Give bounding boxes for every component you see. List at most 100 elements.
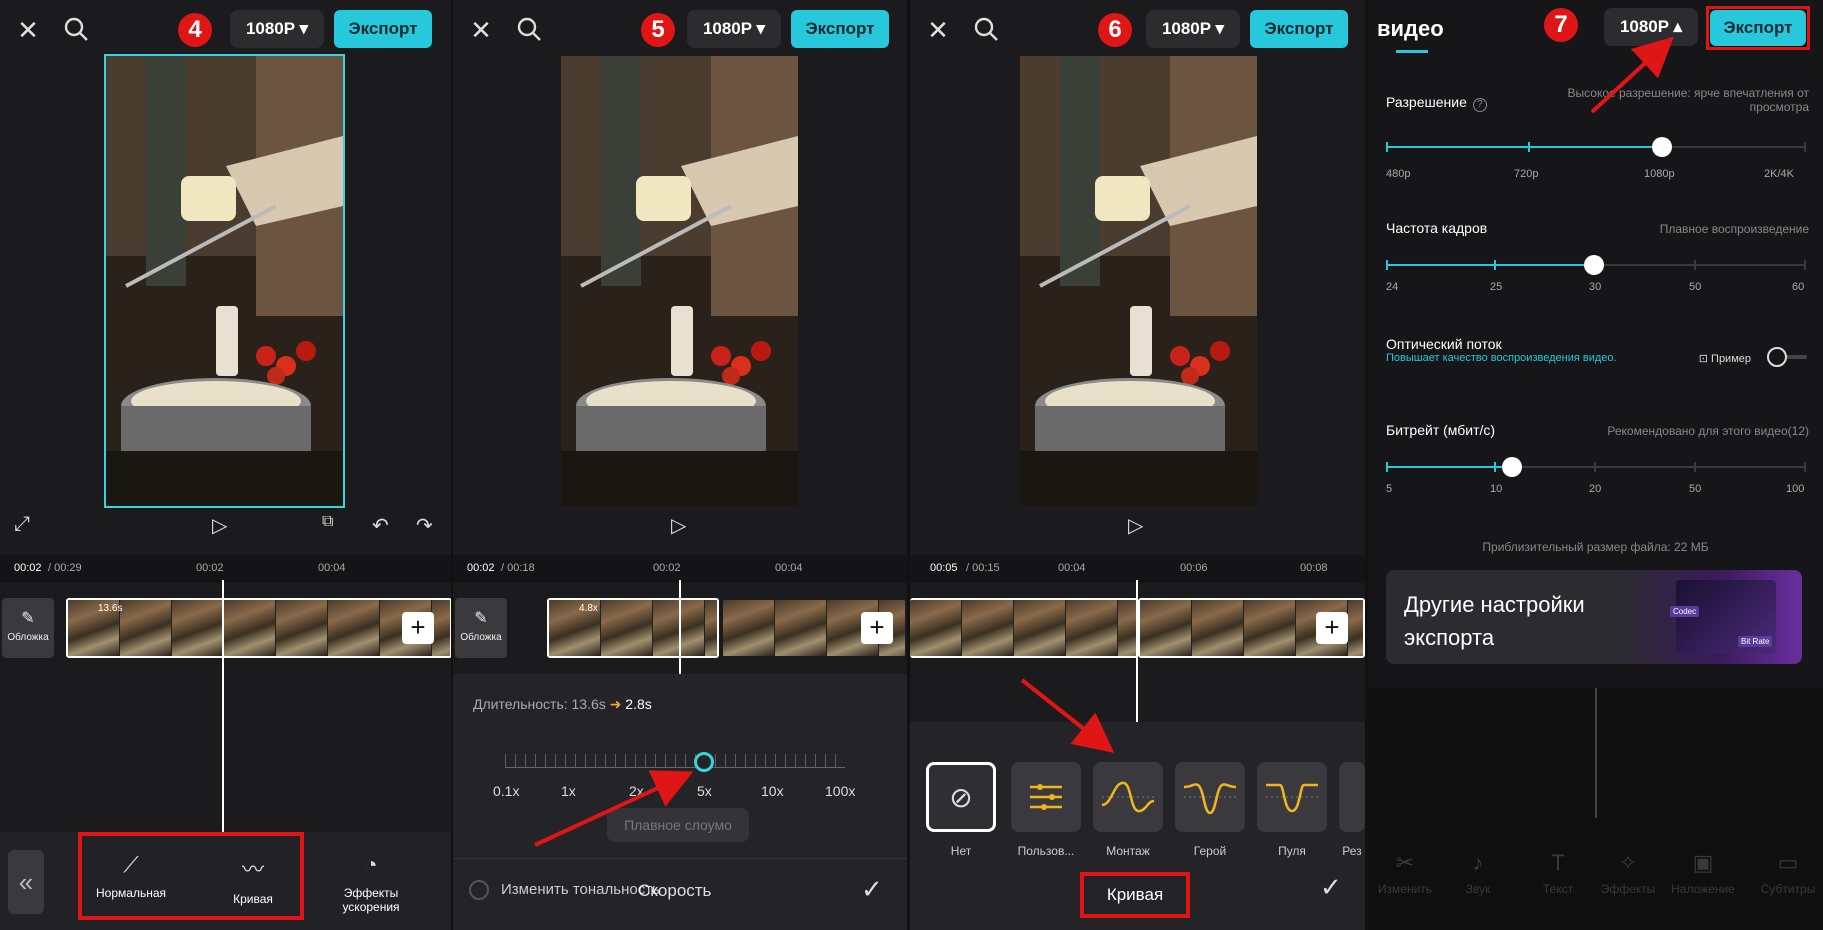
overlay-icon: ▣ xyxy=(1692,850,1714,875)
curve-label: Пуля xyxy=(1278,844,1306,858)
redo-icon[interactable]: ↷ xyxy=(416,513,433,538)
duration-label: Длительность: xyxy=(473,696,568,712)
video-preview xyxy=(1020,56,1257,506)
playhead[interactable] xyxy=(222,580,224,832)
resolution-button[interactable]: 1080P ▾ xyxy=(687,10,781,48)
curve-montage[interactable]: Монтаж xyxy=(1093,762,1163,858)
ruler-mark: 00:06 xyxy=(1180,562,1208,574)
ruler-mark: 00:02 xyxy=(653,562,681,574)
confirm-check-icon[interactable]: ✓ xyxy=(1320,872,1342,903)
speed-mark: 2x xyxy=(629,783,644,799)
curve-cut[interactable]: Рез xyxy=(1339,762,1365,858)
promo-badge: Codec xyxy=(1670,606,1700,617)
fullscreen-icon[interactable]: ⤢ xyxy=(14,513,30,536)
export-button[interactable]: Экспорт xyxy=(1710,10,1806,46)
confirm-check-icon[interactable]: ✓ xyxy=(861,874,883,905)
curve-speed-icon: 〰 xyxy=(241,857,264,882)
keyframe-off-icon[interactable]: ⧉ xyxy=(322,513,333,531)
more-export-settings-banner[interactable]: Другие настройки экспорта Codec Bit Rate xyxy=(1386,570,1802,664)
promo-badge: Bit Rate xyxy=(1738,636,1773,647)
resolution-button[interactable]: 1080P ▾ xyxy=(1146,10,1240,48)
bitrate-label: Битрейт (мбит/с) xyxy=(1386,422,1496,438)
resolution-button[interactable]: 1080P ▴ xyxy=(1604,8,1698,46)
curve-label: Пользов... xyxy=(1017,844,1075,858)
playhead[interactable] xyxy=(1136,580,1138,722)
fps-slider-thumb[interactable] xyxy=(1584,255,1604,275)
search-icon[interactable] xyxy=(972,16,1000,44)
tool-edit: ✂ Изменить xyxy=(1370,850,1440,896)
curve-hero[interactable]: Герой xyxy=(1175,762,1245,858)
speed-toolbar: « ⟋ Нормальная 〰 Кривая ◔ Эффекты ускоре… xyxy=(0,832,451,930)
example-link[interactable]: ⊡ Пример xyxy=(1699,352,1751,365)
time-current: 00:02 xyxy=(467,562,495,574)
step-badge: 5 xyxy=(641,13,675,47)
cover-button[interactable]: ✎ Обложка xyxy=(2,598,54,658)
close-icon[interactable]: ✕ xyxy=(924,16,952,44)
resolution-button[interactable]: 1080P ▾ xyxy=(230,10,324,48)
cover-button[interactable]: ✎ Обложка xyxy=(455,598,507,658)
tool-speed-effects[interactable]: ◔ Эффекты ускорения xyxy=(326,852,416,914)
curve-label: Рез xyxy=(1342,844,1362,858)
scale-label: 50 xyxy=(1689,483,1702,495)
edit-icon: ✎ xyxy=(21,610,35,627)
resolution-label: Разрешение? xyxy=(1386,94,1487,112)
speed-slider[interactable] xyxy=(505,754,845,768)
undo-icon[interactable]: ↶ xyxy=(372,513,389,538)
tool-normal[interactable]: ⟋ Нормальная xyxy=(88,852,174,900)
scale-label: 480p xyxy=(1386,168,1411,180)
panel-step-5: ✕ 5 1080P ▾ Экспорт ▷ 00:02 / 00:18 00:0… xyxy=(453,0,907,930)
top-bar: ✕ 4 1080P ▾ Экспорт xyxy=(0,10,451,50)
smooth-slowmo-button[interactable]: Плавное слоумо xyxy=(607,808,749,842)
add-clip-button[interactable]: + xyxy=(1316,612,1348,644)
speed-mark: 100x xyxy=(825,783,856,799)
timeline-ruler: 00:05 / 00:15 00:04 00:06 00:08 xyxy=(910,555,1365,583)
curve-label: Нет xyxy=(950,844,972,858)
scale-label: 5 xyxy=(1386,483,1393,495)
duration-readout: Длительность: 13.6s ➜ 2.8s xyxy=(473,696,652,713)
clip-speed: 4.8x xyxy=(579,603,598,614)
export-button[interactable]: Экспорт xyxy=(1250,10,1348,48)
clip-strip-selected[interactable]: 4.8x xyxy=(547,598,719,658)
duration-to: 2.8s xyxy=(625,696,652,712)
play-icon[interactable]: ▷ xyxy=(1128,513,1143,538)
scale-label: 30 xyxy=(1589,281,1602,293)
panel-step-7: видео 7 1080P ▴ Экспорт Разрешение? Высо… xyxy=(1368,0,1823,930)
speed-slider-thumb[interactable] xyxy=(694,752,714,772)
ruler-mark: 00:04 xyxy=(775,562,803,574)
bitrate-slider[interactable] xyxy=(1386,457,1806,477)
back-chevron-icon[interactable]: « xyxy=(8,850,44,914)
cover-label: Обложка xyxy=(460,632,502,643)
playhead[interactable] xyxy=(679,580,681,674)
add-clip-button[interactable]: + xyxy=(402,612,434,644)
search-icon[interactable] xyxy=(62,16,90,44)
tool-curve[interactable]: 〰 Кривая xyxy=(210,852,296,906)
tab-video[interactable]: видео xyxy=(1377,16,1444,42)
curve-bullet[interactable]: Пуля xyxy=(1257,762,1327,858)
montage-curve-icon xyxy=(1101,781,1155,813)
resolution-slider[interactable] xyxy=(1386,137,1806,157)
pitch-radio[interactable] xyxy=(469,880,489,900)
sheet-title: Скорость xyxy=(638,881,712,900)
fps-slider[interactable] xyxy=(1386,255,1806,275)
curve-custom[interactable]: Пользов... xyxy=(1011,762,1081,858)
play-icon[interactable]: ▷ xyxy=(212,513,227,538)
export-button[interactable]: Экспорт xyxy=(791,10,889,48)
curve-label: Герой xyxy=(1193,844,1227,858)
play-icon[interactable]: ▷ xyxy=(671,513,686,538)
tool-overlay: ▣ Наложение xyxy=(1668,850,1738,896)
close-icon[interactable]: ✕ xyxy=(14,16,42,44)
optical-flow-toggle[interactable] xyxy=(1767,347,1807,367)
speed-mark: 0.1x xyxy=(493,783,520,799)
help-icon[interactable]: ? xyxy=(1472,98,1487,112)
timeline-ruler: 00:02 / 00:29 00:02 00:04 xyxy=(0,555,451,583)
add-clip-button[interactable]: + xyxy=(861,612,893,644)
clip-strip[interactable]: 13.6s xyxy=(66,598,451,658)
clip-strip[interactable] xyxy=(910,598,1138,658)
export-button[interactable]: Экспорт xyxy=(334,10,432,48)
speed-mark: 10x xyxy=(761,783,784,799)
search-icon[interactable] xyxy=(515,16,543,44)
bitrate-slider-thumb[interactable] xyxy=(1502,457,1522,477)
curve-none[interactable]: ⊘ Нет xyxy=(926,762,996,858)
close-icon[interactable]: ✕ xyxy=(467,16,495,44)
resolution-slider-thumb[interactable] xyxy=(1652,137,1672,157)
